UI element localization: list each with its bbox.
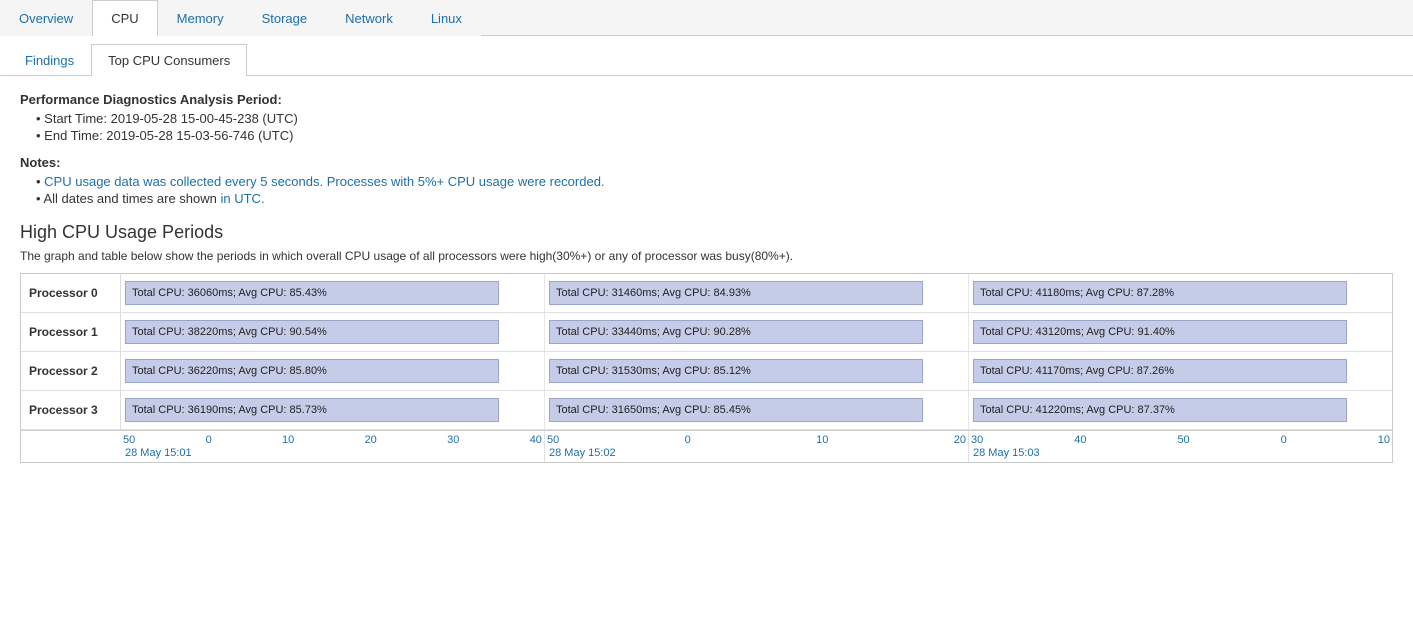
cpu-bar-3-0: Total CPU: 36190ms; Avg CPU: 85.73%	[125, 398, 499, 422]
time-section-0-2: Total CPU: 41180ms; Avg CPU: 87.28%	[969, 274, 1392, 312]
top-tab-memory[interactable]: Memory	[158, 0, 243, 36]
time-section-2-1: Total CPU: 31530ms; Avg CPU: 85.12%	[545, 352, 969, 390]
axis-tick-1-1: 0	[685, 434, 691, 446]
axis-date-label-0: 28 May 15:01	[121, 447, 544, 459]
proc-data-area-0: Total CPU: 36060ms; Avg CPU: 85.43% Total…	[121, 274, 1392, 312]
axis-tick-2-4: 10	[1378, 434, 1390, 446]
proc-label-3: Processor 3	[21, 391, 121, 429]
axis-tick-2-0: 30	[971, 434, 983, 446]
top-tab-overview[interactable]: Overview	[0, 0, 92, 36]
chart-body: Processor 0Total CPU: 36060ms; Avg CPU: …	[21, 274, 1392, 430]
top-tab-bar: OverviewCPUMemoryStorageNetworkLinux	[0, 0, 1413, 36]
notes-section: Notes: CPU usage data was collected ever…	[20, 155, 1393, 206]
proc-label-2: Processor 2	[21, 352, 121, 390]
axis-date-label-2: 28 May 15:03	[969, 447, 1392, 459]
second-tab-findings[interactable]: Findings	[8, 44, 91, 76]
axis-tick-1-2: 10	[816, 434, 828, 446]
axis-date-label-1: 28 May 15:02	[545, 447, 968, 459]
time-section-2-2: Total CPU: 41170ms; Avg CPU: 87.26%	[969, 352, 1392, 390]
time-section-1-0: Total CPU: 38220ms; Avg CPU: 90.54%	[121, 313, 545, 351]
processor-row-0: Processor 0Total CPU: 36060ms; Avg CPU: …	[21, 274, 1392, 313]
time-section-3-2: Total CPU: 41220ms; Avg CPU: 87.37%	[969, 391, 1392, 429]
analysis-period-label: Performance Diagnostics Analysis Period:	[20, 92, 1393, 107]
cpu-bar-0-1: Total CPU: 31460ms; Avg CPU: 84.93%	[549, 281, 923, 305]
axis-tick-0-5: 40	[530, 434, 542, 446]
axis-section-0: 50 0 10 20 30 4028 May 15:01	[121, 431, 545, 462]
axis-section-1: 50 0 10 2028 May 15:02	[545, 431, 969, 462]
notes-list: CPU usage data was collected every 5 sec…	[20, 174, 1393, 206]
axis-tick-2-2: 50	[1177, 434, 1189, 446]
analysis-period: Performance Diagnostics Analysis Period:…	[20, 92, 1393, 143]
axis-ticks-row-1: 50 0 10 20	[545, 434, 968, 446]
axis-tick-2-1: 40	[1074, 434, 1086, 446]
axis-tick-1-0: 50	[547, 434, 559, 446]
cpu-chart: Processor 0Total CPU: 36060ms; Avg CPU: …	[20, 273, 1393, 463]
axis-section-2: 30 40 50 0 1028 May 15:03	[969, 431, 1392, 462]
note-1: CPU usage data was collected every 5 sec…	[36, 174, 1393, 189]
top-tab-linux[interactable]: Linux	[412, 0, 481, 36]
cpu-bar-3-1: Total CPU: 31650ms; Avg CPU: 85.45%	[549, 398, 923, 422]
axis-ticks-row-0: 50 0 10 20 30 40	[121, 434, 544, 446]
cpu-bar-1-1: Total CPU: 33440ms; Avg CPU: 90.28%	[549, 320, 923, 344]
top-tab-cpu[interactable]: CPU	[92, 0, 157, 36]
axis-tick-1-3: 20	[954, 434, 966, 446]
axis-tick-0-1: 0	[206, 434, 212, 446]
note-2: All dates and times are shown in UTC.	[36, 191, 1393, 206]
axis-tick-0-4: 30	[447, 434, 459, 446]
note-1-text: CPU usage data was collected every 5 sec…	[44, 174, 604, 189]
processor-row-3: Processor 3Total CPU: 36190ms; Avg CPU: …	[21, 391, 1392, 430]
axis-container: 5001020304028 May 15:01500102028 May 15:…	[21, 430, 1392, 462]
proc-data-area-1: Total CPU: 38220ms; Avg CPU: 90.54% Total…	[121, 313, 1392, 351]
high-cpu-heading: High CPU Usage Periods	[20, 222, 1393, 243]
cpu-bar-1-2: Total CPU: 43120ms; Avg CPU: 91.40%	[973, 320, 1347, 344]
cpu-bar-3-2: Total CPU: 41220ms; Avg CPU: 87.37%	[973, 398, 1347, 422]
axis-ticks-row-2: 30 40 50 0 10	[969, 434, 1392, 446]
time-section-2-0: Total CPU: 36220ms; Avg CPU: 85.80%	[121, 352, 545, 390]
time-section-3-1: Total CPU: 31650ms; Avg CPU: 85.45%	[545, 391, 969, 429]
utc-link[interactable]: in UTC.	[221, 191, 265, 206]
time-section-3-0: Total CPU: 36190ms; Avg CPU: 85.73%	[121, 391, 545, 429]
processor-row-1: Processor 1Total CPU: 38220ms; Avg CPU: …	[21, 313, 1392, 352]
proc-data-area-2: Total CPU: 36220ms; Avg CPU: 85.80% Total…	[121, 352, 1392, 390]
proc-label-1: Processor 1	[21, 313, 121, 351]
axis-tick-0-2: 10	[282, 434, 294, 446]
cpu-bar-1-0: Total CPU: 38220ms; Avg CPU: 90.54%	[125, 320, 499, 344]
end-time: End Time: 2019-05-28 15-03-56-746 (UTC)	[36, 128, 1393, 143]
cpu-bar-0-0: Total CPU: 36060ms; Avg CPU: 85.43%	[125, 281, 499, 305]
second-tab-bar: FindingsTop CPU Consumers	[0, 36, 1413, 76]
time-section-1-2: Total CPU: 43120ms; Avg CPU: 91.40%	[969, 313, 1392, 351]
proc-label-0: Processor 0	[21, 274, 121, 312]
processor-row-2: Processor 2Total CPU: 36220ms; Avg CPU: …	[21, 352, 1392, 391]
start-time: Start Time: 2019-05-28 15-00-45-238 (UTC…	[36, 111, 1393, 126]
graph-description: The graph and table below show the perio…	[20, 249, 1393, 263]
notes-label: Notes:	[20, 155, 1393, 170]
time-section-0-1: Total CPU: 31460ms; Avg CPU: 84.93%	[545, 274, 969, 312]
axis-tick-0-0: 50	[123, 434, 135, 446]
second-tab-top-cpu-consumers[interactable]: Top CPU Consumers	[91, 44, 247, 76]
time-section-1-1: Total CPU: 33440ms; Avg CPU: 90.28%	[545, 313, 969, 351]
time-section-0-0: Total CPU: 36060ms; Avg CPU: 85.43%	[121, 274, 545, 312]
top-tab-storage[interactable]: Storage	[243, 0, 327, 36]
cpu-bar-2-0: Total CPU: 36220ms; Avg CPU: 85.80%	[125, 359, 499, 383]
proc-data-area-3: Total CPU: 36190ms; Avg CPU: 85.73% Total…	[121, 391, 1392, 429]
cpu-bar-2-1: Total CPU: 31530ms; Avg CPU: 85.12%	[549, 359, 923, 383]
analysis-period-list: Start Time: 2019-05-28 15-00-45-238 (UTC…	[20, 111, 1393, 143]
top-tab-network[interactable]: Network	[326, 0, 412, 36]
axis-tick-0-3: 20	[365, 434, 377, 446]
axis-tick-2-3: 0	[1281, 434, 1287, 446]
cpu-bar-0-2: Total CPU: 41180ms; Avg CPU: 87.28%	[973, 281, 1347, 305]
cpu-bar-2-2: Total CPU: 41170ms; Avg CPU: 87.26%	[973, 359, 1347, 383]
